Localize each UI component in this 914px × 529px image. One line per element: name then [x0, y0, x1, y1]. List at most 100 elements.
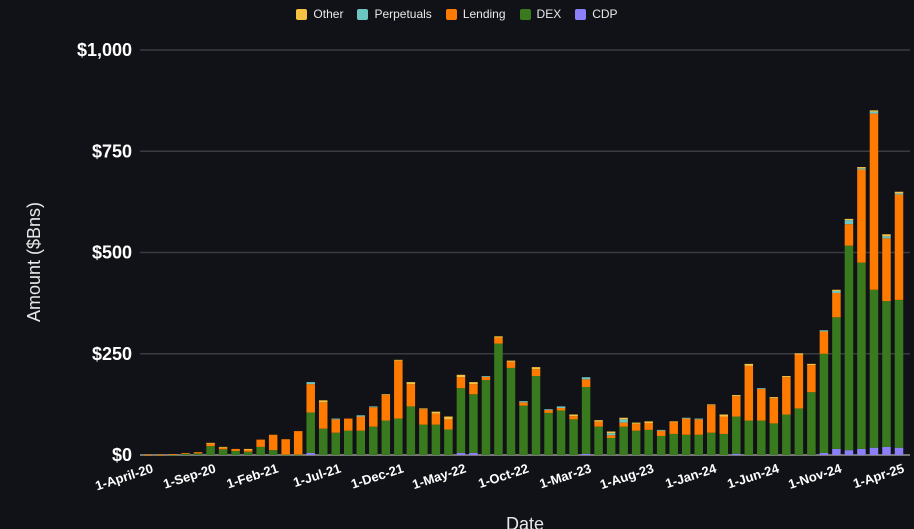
bar-stack-Jul-20: [181, 452, 190, 455]
bar-dex: [869, 289, 879, 448]
bar-perpetuals: [694, 418, 703, 420]
bar-lending: [293, 431, 303, 455]
bar-stack-Feb-21: [268, 434, 278, 455]
bar-stack-Jul-21: [331, 418, 340, 455]
bar-dex: [381, 420, 391, 455]
bar-stack-Jan-21: [256, 439, 265, 455]
bar-perpetuals: [869, 111, 879, 114]
bar-other: [707, 404, 716, 406]
bar-stack-Apr-20: [143, 454, 153, 456]
bar-lending: [381, 395, 391, 421]
bar-lending: [694, 419, 703, 435]
x-tick-label: 1-Mar-23: [538, 461, 593, 492]
bar-dex: [719, 433, 729, 455]
bar-dex: [531, 376, 541, 455]
bar-lending: [456, 377, 466, 389]
bar-other: [506, 360, 516, 362]
bar-dex: [281, 454, 290, 456]
bar-dex: [669, 433, 678, 455]
bar-other: [669, 421, 678, 423]
bar-lending: [218, 447, 228, 450]
bar-stack-Aug-22: [494, 336, 503, 455]
x-tick-label: 1-Feb-21: [225, 461, 280, 492]
bar-dex: [494, 343, 503, 455]
bar-perpetuals: [306, 382, 315, 385]
bar-stack-Mar-24: [732, 395, 741, 455]
bar-dex: [243, 451, 253, 455]
bar-dex: [268, 450, 278, 455]
bar-stack-Aug-23: [644, 421, 653, 455]
x-tick-label: 1-May-22: [410, 461, 468, 492]
bar-lending: [469, 384, 478, 395]
bar-lending: [681, 418, 691, 435]
bar-lending: [807, 365, 816, 393]
bar-dex: [832, 317, 841, 449]
bar-stack-Mar-25: [882, 234, 891, 455]
bar-dex: [331, 432, 340, 455]
bar-perpetuals: [519, 401, 528, 403]
bar-other: [619, 417, 628, 420]
bar-perpetuals: [844, 220, 854, 225]
bar-other: [644, 421, 653, 424]
bar-other: [243, 448, 253, 450]
bar-lending: [419, 409, 428, 425]
bar-lending: [168, 454, 178, 455]
bar-stack-Jan-24: [707, 404, 716, 455]
bar-stack-Nov-24: [832, 289, 841, 455]
bar-lending: [757, 388, 766, 421]
bar-lending: [857, 169, 866, 263]
x-tick-label: 1-Jan-24: [663, 460, 719, 491]
bar-stack-Nov-22: [531, 367, 541, 455]
bar-other: [769, 397, 779, 399]
bar-perpetuals: [481, 376, 491, 377]
bar-stack-Mar-23: [581, 377, 591, 455]
bar-stack-Jun-24: [769, 397, 779, 455]
bar-dex: [556, 410, 566, 455]
bar-dex: [807, 392, 816, 455]
bar-dex: [882, 301, 891, 447]
bar-stack-Jun-23: [619, 417, 628, 455]
y-tick-label: $500: [92, 243, 132, 263]
bar-perpetuals: [894, 193, 904, 195]
bar-perpetuals: [369, 406, 378, 408]
bar-other: [719, 414, 729, 417]
bar-other: [732, 395, 741, 397]
bar-lending: [669, 421, 678, 434]
stacked-bar-chart: $0 $250 $500 $750 $1,000 1-April-20 1-Sep-20 1…: [24, 40, 910, 529]
bar-lending: [769, 398, 779, 424]
bar-dex: [369, 426, 378, 455]
bar-dex: [419, 424, 428, 455]
bar-other: [606, 431, 616, 434]
y-tick-label: $750: [92, 141, 132, 161]
bar-stack-Jun-22: [469, 382, 478, 455]
bar-stack-Jul-24: [782, 376, 791, 455]
bar-dex: [606, 437, 616, 455]
bar-dex: [782, 414, 791, 455]
bar-lending: [606, 435, 616, 438]
bar-dex: [594, 426, 603, 455]
bar-dex: [231, 450, 240, 455]
bar-perpetuals: [331, 418, 340, 420]
bar-perpetuals: [656, 429, 666, 431]
bar-dex: [619, 426, 628, 455]
bar-other: [431, 411, 441, 414]
x-axis-title: Date: [506, 514, 544, 529]
bar-stack-Aug-24: [794, 353, 804, 455]
bar-lending: [894, 194, 904, 300]
bar-stack-Nov-21: [381, 394, 391, 455]
bar-dex: [631, 430, 641, 455]
bar-lending: [481, 376, 491, 381]
bar-lending: [206, 443, 215, 447]
y-axis-title: Amount ($Bns): [24, 202, 44, 322]
y-tick-label: $250: [92, 344, 132, 364]
bar-other: [594, 420, 603, 422]
bar-cdp: [306, 452, 315, 455]
bar-perpetuals: [356, 415, 366, 417]
bar-stack-Oct-21: [369, 406, 378, 455]
bar-lending: [356, 416, 366, 431]
bar-other: [206, 442, 215, 444]
x-tick-label: 1-Apr-25: [851, 461, 906, 492]
bar-other: [857, 167, 866, 169]
bar-other: [807, 363, 816, 366]
bar-stack-Oct-24: [819, 330, 829, 455]
